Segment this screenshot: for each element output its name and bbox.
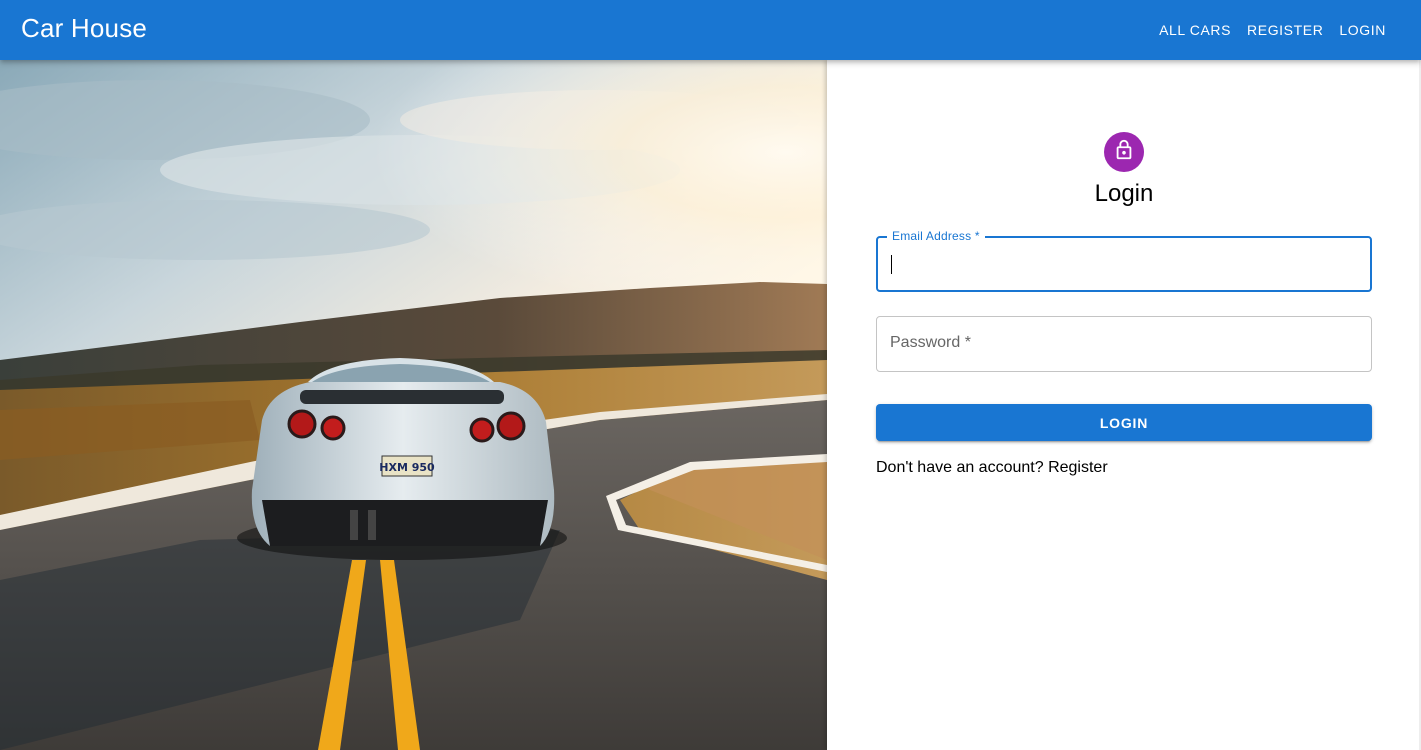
- text-caret: [891, 255, 892, 274]
- register-link[interactable]: Don't have an account? Register: [876, 459, 1108, 477]
- hero-car-photo: HXM 950: [0, 60, 827, 750]
- login-panel: Login Email Address * Password * LOGIN D…: [827, 60, 1421, 750]
- login-title: Login: [1094, 180, 1154, 207]
- nav-login[interactable]: LOGIN: [1331, 16, 1394, 44]
- lock-icon: [1113, 139, 1135, 166]
- password-label: Password *: [890, 334, 971, 351]
- brand-title[interactable]: Car House: [21, 13, 147, 44]
- app-bar: Car House ALL CARS REGISTER LOGIN: [0, 0, 1421, 60]
- login-button[interactable]: LOGIN: [876, 404, 1372, 441]
- license-plate: HXM 950: [379, 461, 435, 474]
- email-input[interactable]: [878, 238, 1370, 290]
- top-nav: ALL CARS REGISTER LOGIN: [1151, 0, 1394, 60]
- lock-avatar: [1104, 132, 1144, 172]
- nav-register[interactable]: REGISTER: [1239, 16, 1331, 44]
- nav-all-cars[interactable]: ALL CARS: [1151, 16, 1239, 44]
- email-field[interactable]: Email Address *: [876, 229, 1372, 292]
- password-field[interactable]: Password *: [876, 316, 1372, 372]
